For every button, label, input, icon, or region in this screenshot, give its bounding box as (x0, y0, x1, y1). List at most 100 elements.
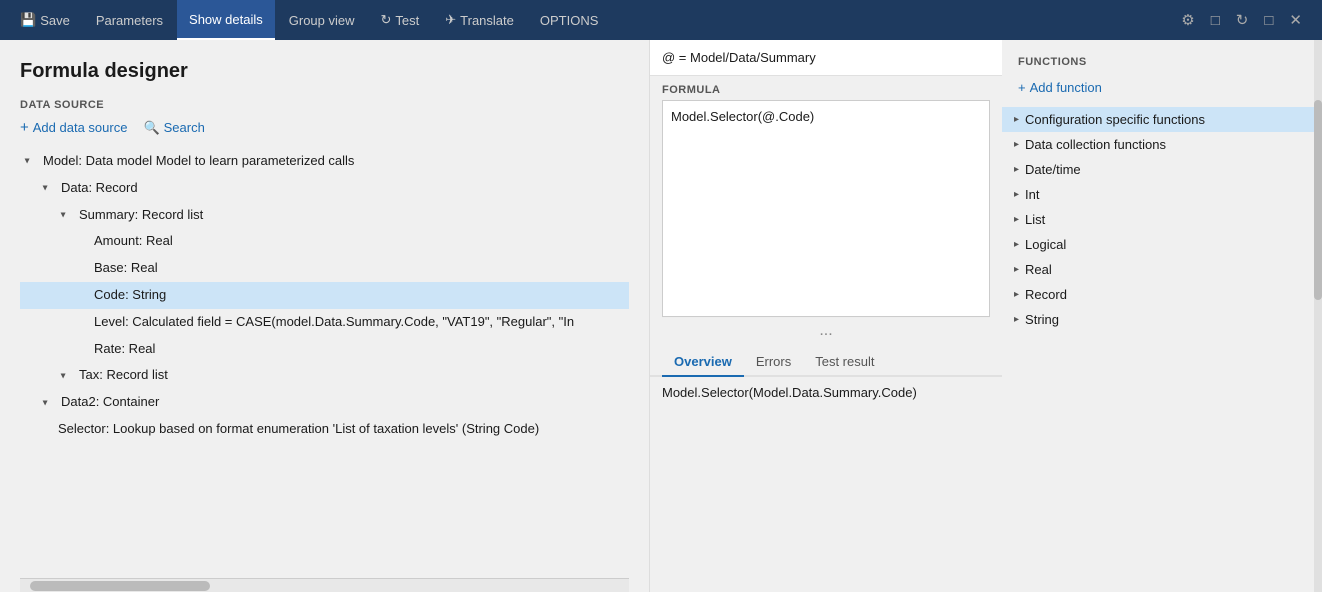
function-item-label: List (1025, 212, 1045, 227)
settings-icon[interactable]: ⚙ (1177, 7, 1198, 33)
translate-button[interactable]: ✈ Translate (433, 0, 526, 40)
formula-path-value: @ = Model/Data/Summary (662, 50, 816, 65)
tree-item-code[interactable]: Code: String (20, 282, 629, 309)
function-item-config[interactable]: ▸ Configuration specific functions (1002, 107, 1322, 132)
add-data-source-button[interactable]: + Add data source (20, 119, 127, 136)
chevron-icon: ▸ (1014, 189, 1019, 200)
function-item-string[interactable]: ▸ String (1002, 307, 1322, 332)
formula-tabs: OverviewErrorsTest result (650, 348, 1002, 377)
formula-value: Model.Selector(@.Code) (671, 109, 814, 124)
function-item-int[interactable]: ▸ Int (1002, 182, 1322, 207)
tab-test-result[interactable]: Test result (803, 348, 886, 377)
function-item-list[interactable]: ▸ List (1002, 207, 1322, 232)
data-source-toolbar: + Add data source 🔍 Search (20, 119, 629, 136)
show-details-button[interactable]: Show details (177, 0, 275, 40)
tree-item-label: Data2: Container (61, 392, 159, 413)
chevron-icon[interactable] (42, 180, 54, 196)
chevron-icon: ▸ (1014, 314, 1019, 325)
right-scrollbar[interactable] (1314, 40, 1322, 592)
function-item-record[interactable]: ▸ Record (1002, 282, 1322, 307)
function-item-logical[interactable]: ▸ Logical (1002, 232, 1322, 257)
chevron-icon: ▸ (1014, 289, 1019, 300)
function-item-label: Date/time (1025, 162, 1081, 177)
right-panel: FUNCTIONS + Add function ▸ Configuration … (1002, 40, 1322, 592)
tree-item-label: Rate: Real (94, 339, 155, 360)
tree-item-base[interactable]: Base: Real (20, 255, 629, 282)
scrollbar-thumb[interactable] (30, 581, 210, 591)
group-view-button[interactable]: Group view (277, 0, 367, 40)
chevron-icon: ▸ (1014, 114, 1019, 125)
function-item-label: Real (1025, 262, 1052, 277)
translate-icon: ✈ (445, 12, 456, 28)
formula-editor[interactable]: Model.Selector(@.Code) (662, 100, 990, 317)
main-container: Formula designer DATA SOURCE + Add data … (0, 40, 1322, 592)
tree-item-label: Base: Real (94, 258, 158, 279)
options-button[interactable]: OPTIONS (528, 0, 611, 40)
office-icon[interactable]: □ (1207, 8, 1224, 33)
function-item-label: Configuration specific functions (1025, 112, 1205, 127)
tree-item-rate[interactable]: Rate: Real (20, 336, 629, 363)
function-item-datacollection[interactable]: ▸Data collection functions (1002, 132, 1322, 157)
function-item-datetime[interactable]: ▸ Date/time (1002, 157, 1322, 182)
tree-item-label: Summary: Record list (79, 205, 203, 226)
refresh-icon: ↻ (381, 12, 392, 28)
chevron-icon: ▸ (1014, 239, 1019, 250)
tree-item-data[interactable]: Data: Record (20, 175, 629, 202)
save-button[interactable]: 💾 Save (8, 0, 82, 40)
close-icon[interactable]: ✕ (1285, 7, 1306, 33)
refresh-icon[interactable]: ↻ (1232, 7, 1253, 33)
function-item-label: String (1025, 312, 1059, 327)
tree-item-label: Tax: Record list (79, 365, 168, 386)
tree-item-amount[interactable]: Amount: Real (20, 228, 629, 255)
add-function-button[interactable]: + Add function (1002, 76, 1322, 99)
tree-item-label: Level: Calculated field = CASE(model.Dat… (94, 312, 574, 333)
tree-item-data2[interactable]: Data2: Container (20, 389, 629, 416)
formula-result: Model.Selector(Model.Data.Summary.Code) (650, 377, 1002, 592)
page-title: Formula designer (20, 60, 629, 83)
chevron-icon[interactable] (60, 368, 72, 384)
function-item-real[interactable]: ▸Real (1002, 257, 1322, 282)
plus-icon: + (1018, 80, 1026, 95)
maximize-icon[interactable]: □ (1260, 8, 1277, 33)
chevron-icon[interactable] (24, 153, 36, 169)
tree-item-label: Selector: Lookup based on format enumera… (58, 419, 539, 440)
test-button[interactable]: ↻ Test (369, 0, 432, 40)
right-scrollbar-thumb[interactable] (1314, 100, 1322, 300)
save-icon: 💾 (20, 12, 36, 28)
function-item-label: Data collection functions (1025, 137, 1166, 152)
chevron-icon: ▸ (1014, 164, 1019, 175)
formula-path-bar: @ = Model/Data/Summary (650, 40, 1002, 76)
chevron-icon[interactable] (42, 395, 54, 411)
parameters-button[interactable]: Parameters (84, 0, 175, 40)
formula-label: FORMULA (650, 76, 1002, 100)
tree-container[interactable]: Model: Data model Model to learn paramet… (20, 148, 629, 578)
tree-item-tax[interactable]: Tax: Record list (20, 362, 629, 389)
tree-item-label: Code: String (94, 285, 166, 306)
center-panel: @ = Model/Data/Summary FORMULA Model.Sel… (650, 40, 1002, 592)
tab-errors[interactable]: Errors (744, 348, 803, 377)
search-icon: 🔍 (143, 120, 159, 136)
function-item-label: Int (1025, 187, 1039, 202)
function-item-label: Logical (1025, 237, 1066, 252)
chevron-icon[interactable] (60, 207, 72, 223)
plus-icon: + (20, 119, 29, 136)
tree-item-label: Data: Record (61, 178, 138, 199)
function-item-label: Record (1025, 287, 1067, 302)
tree-item-level[interactable]: Level: Calculated field = CASE(model.Dat… (20, 309, 629, 336)
tree-item-label: Amount: Real (94, 231, 173, 252)
tree-item-model[interactable]: Model: Data model Model to learn paramet… (20, 148, 629, 175)
left-panel: Formula designer DATA SOURCE + Add data … (0, 40, 650, 592)
tree-item-summary[interactable]: Summary: Record list (20, 202, 629, 229)
bottom-scrollbar[interactable] (20, 578, 629, 592)
result-value: Model.Selector(Model.Data.Summary.Code) (662, 385, 917, 400)
tree-item-selector[interactable]: Selector: Lookup based on format enumera… (20, 416, 629, 443)
formula-dots: ... (662, 317, 990, 344)
title-bar: 💾 Save Parameters Show details Group vie… (0, 0, 1322, 40)
data-source-label: DATA SOURCE (20, 99, 629, 111)
function-list: ▸Configuration specific functions▸Data c… (1002, 107, 1322, 592)
tab-overview[interactable]: Overview (662, 348, 744, 377)
functions-label: FUNCTIONS (1002, 56, 1322, 68)
tree-item-label: Model: Data model Model to learn paramet… (43, 151, 354, 172)
search-button[interactable]: 🔍 Search (143, 120, 204, 136)
chevron-icon: ▸ (1014, 214, 1019, 225)
